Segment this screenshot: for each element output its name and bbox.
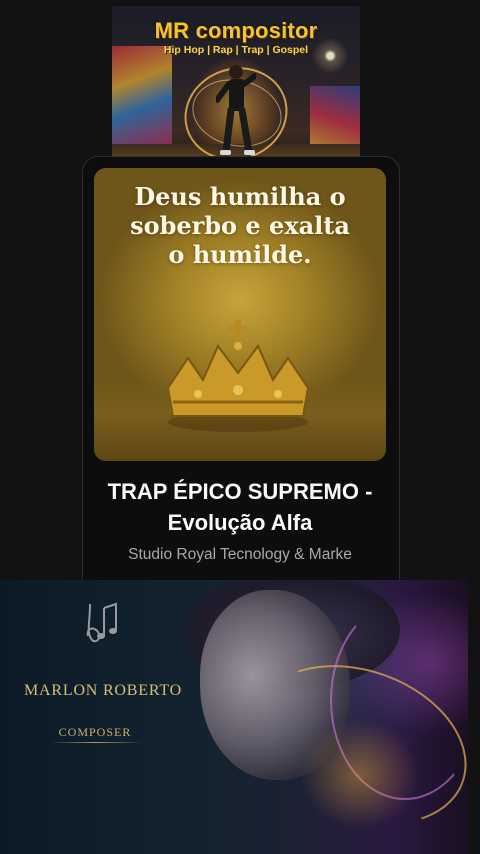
song-artist[interactable]: Studio Royal Tecnology & Marke — [90, 546, 390, 564]
role-divider — [50, 742, 142, 743]
cover-verse-line: Deus humilha o — [134, 182, 346, 211]
glowing-notes — [300, 720, 420, 830]
composer-poster-image[interactable]: MARLON ROBERTO COMPOSER — [0, 580, 468, 854]
graffiti-wall-left — [112, 46, 172, 146]
crown-icon — [166, 320, 310, 432]
dancer-figure — [216, 65, 256, 156]
artist-banner-image[interactable]: MR compositor Hip Hop | Rap | Trap | Gos… — [112, 6, 360, 172]
song-title-line1: TRAP ÉPICO SUPREMO - — [107, 479, 373, 504]
composer-role: COMPOSER — [58, 725, 132, 739]
cover-verse-line: o humilde. — [168, 240, 312, 269]
cover-verse: Deus humilha o soberbo e exalta o humild… — [94, 182, 386, 269]
song-title[interactable]: TRAP ÉPICO SUPREMO - Evolução Alfa — [94, 476, 386, 538]
song-title-line2: Evolução Alfa — [167, 510, 313, 535]
composer-name: MARLON ROBERTO — [24, 682, 182, 699]
banner-title: MR compositor — [154, 18, 318, 43]
banner-genres: Hip Hop | Rap | Trap | Gospel — [163, 44, 309, 56]
graffiti-wall-right — [310, 86, 360, 146]
logo-caption — [56, 642, 146, 650]
music-logo-icon — [86, 602, 117, 643]
song-cover-art[interactable]: Deus humilha o soberbo e exalta o humild… — [94, 168, 386, 461]
composer-tagline — [0, 701, 206, 707]
cover-verse-line: soberbo e exalta — [130, 211, 350, 240]
